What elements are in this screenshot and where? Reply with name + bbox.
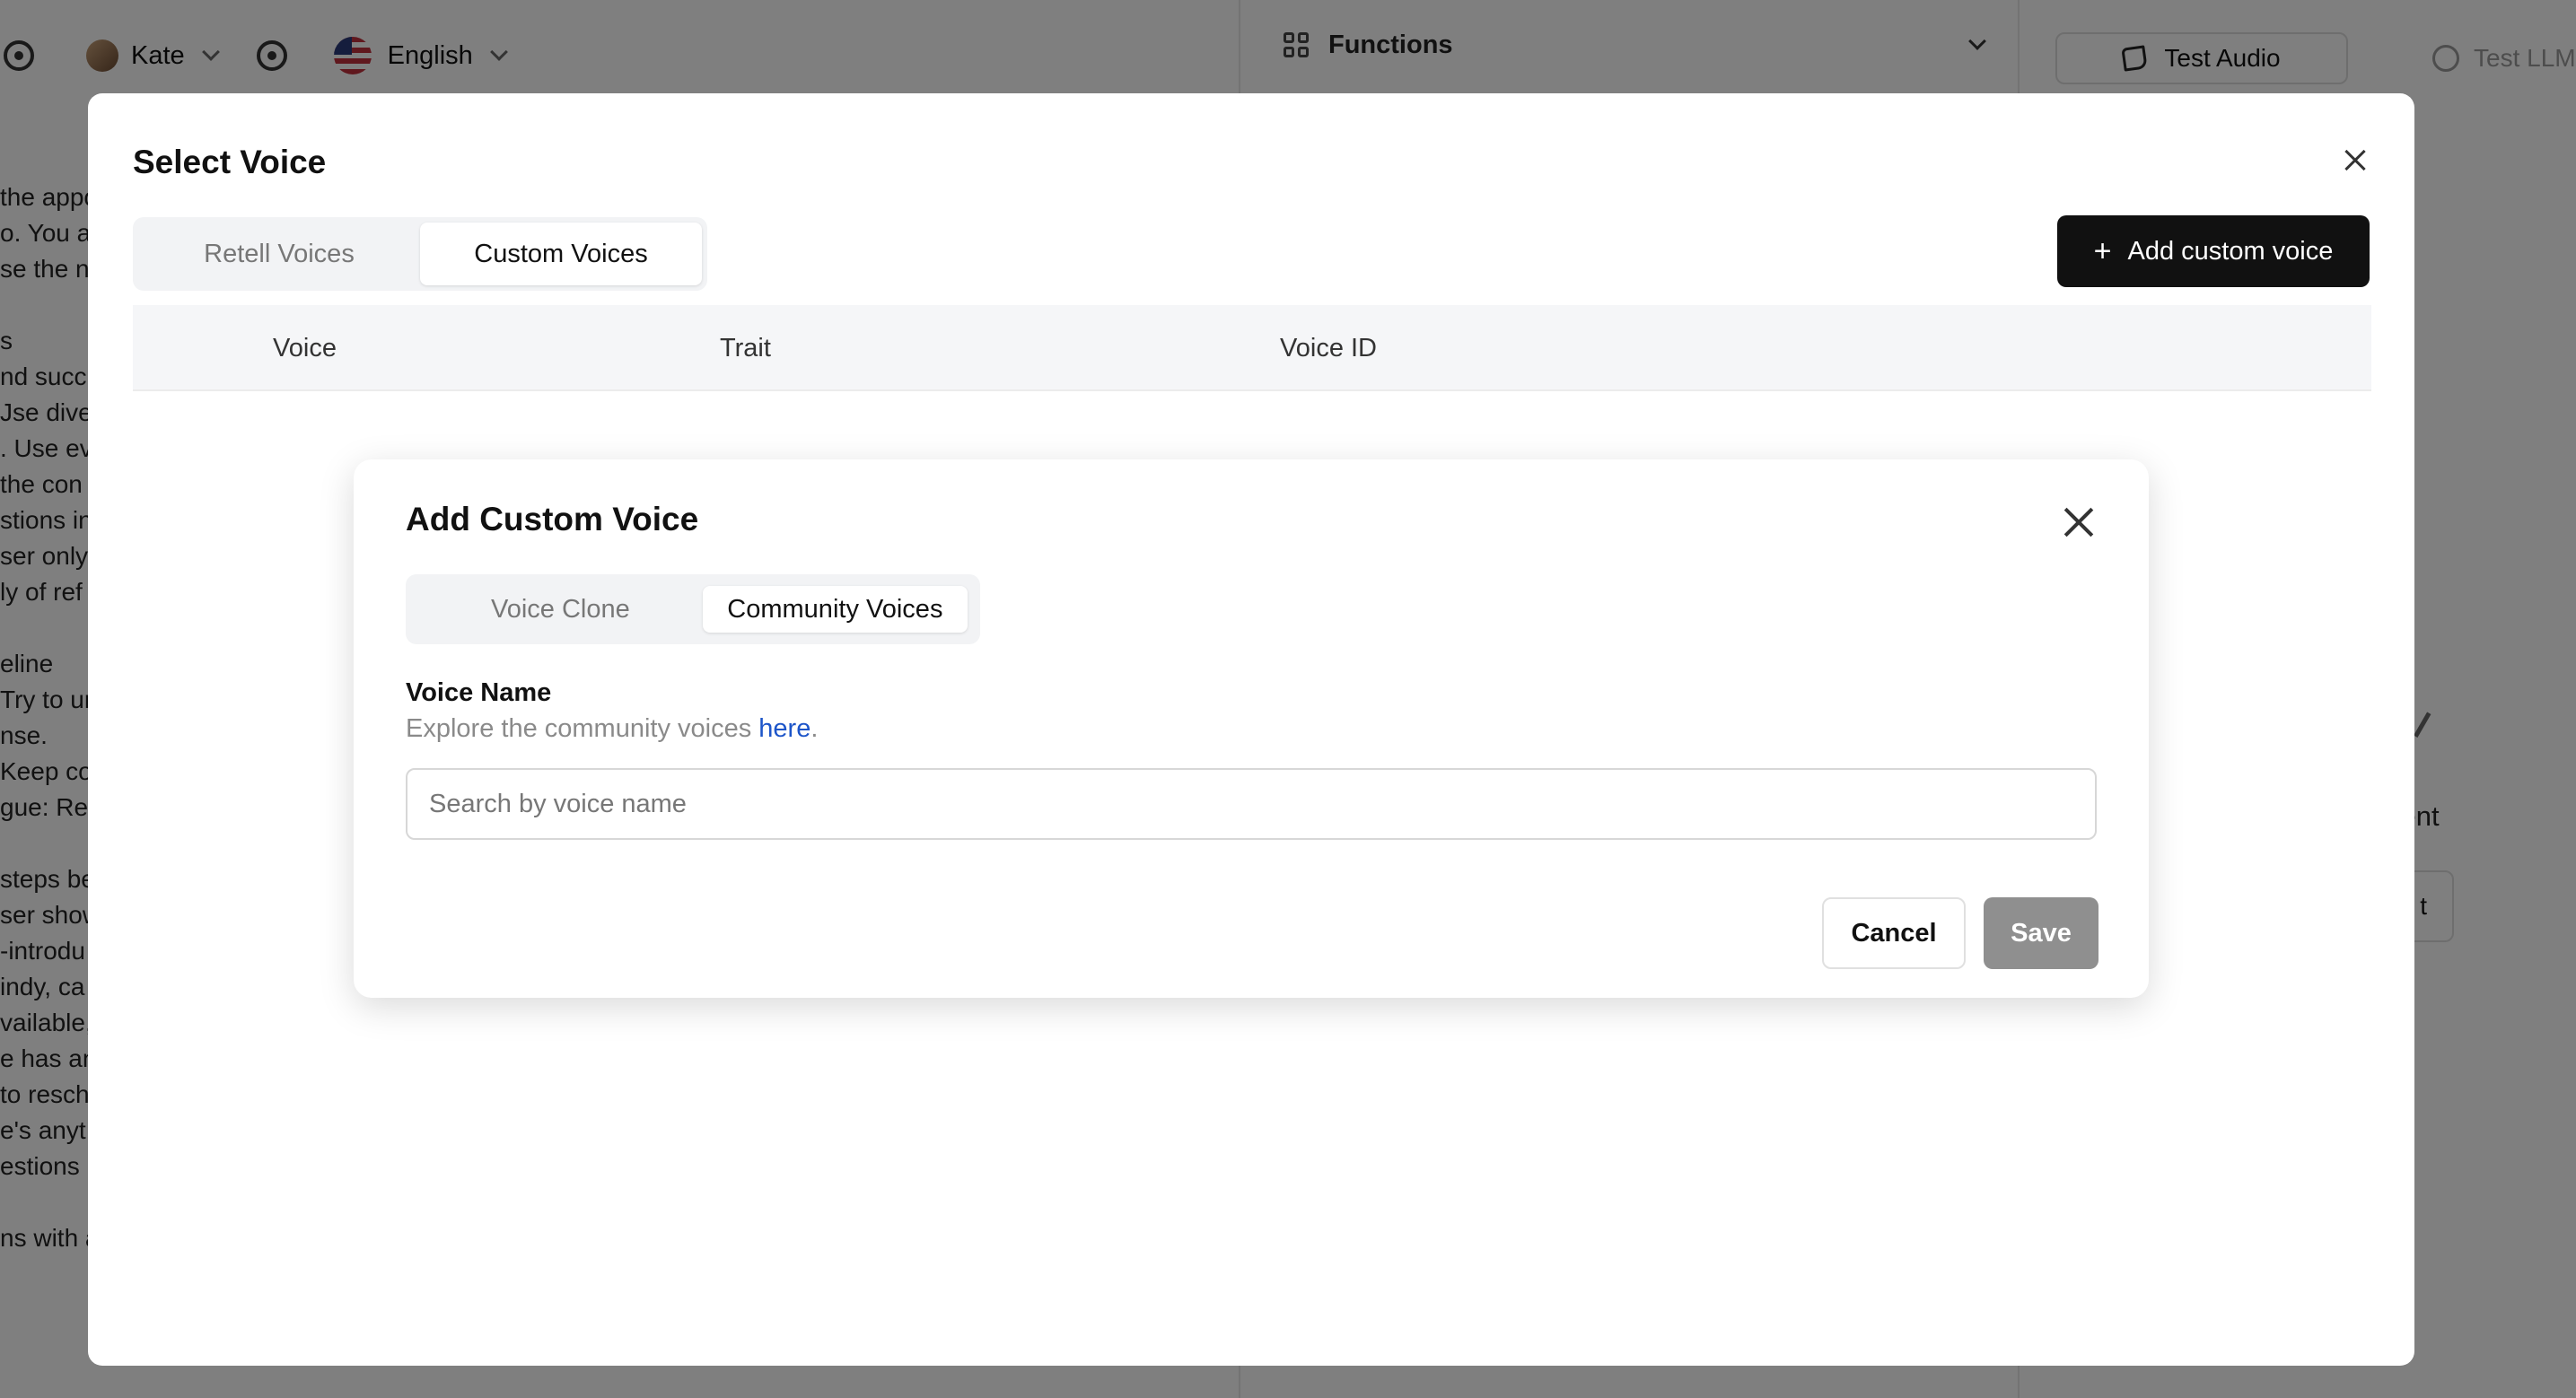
add-custom-voice-title: Add Custom Voice — [406, 501, 699, 537]
add-custom-voice-modal: Add Custom Voice Voice Clone Community V… — [354, 459, 2149, 998]
close-icon[interactable] — [2059, 502, 2098, 542]
column-header-voice[interactable]: Voice — [273, 334, 337, 363]
select-voice-title: Select Voice — [133, 144, 327, 180]
tab-community-voices[interactable]: Community Voices — [702, 586, 968, 633]
add-voice-method-tabs: Voice Clone Community Voices — [406, 574, 980, 644]
voice-source-tabs: Retell Voices Custom Voices — [133, 217, 707, 291]
help-text: Explore the community voices — [406, 714, 759, 743]
plus-icon: + — [2093, 233, 2112, 268]
column-header-trait[interactable]: Trait — [720, 334, 771, 363]
voice-name-help: Explore the community voices here. — [406, 714, 818, 744]
tab-custom-voices[interactable]: Custom Voices — [420, 223, 702, 285]
cancel-button[interactable]: Cancel — [1822, 897, 1966, 969]
voice-name-label: Voice Name — [406, 678, 552, 707]
community-voices-link[interactable]: here — [758, 714, 810, 743]
voice-table-header: Voice Trait Voice ID — [133, 305, 2371, 391]
close-icon[interactable] — [2339, 144, 2371, 176]
column-header-voice-id[interactable]: Voice ID — [1280, 334, 1377, 363]
add-custom-voice-button[interactable]: + Add custom voice — [2057, 215, 2370, 287]
tab-voice-clone[interactable]: Voice Clone — [418, 586, 703, 633]
help-suffix: . — [810, 714, 819, 743]
tab-retell-voices[interactable]: Retell Voices — [138, 223, 420, 285]
voice-name-search-input[interactable] — [406, 768, 2097, 840]
save-button[interactable]: Save — [1984, 897, 2098, 969]
add-custom-voice-label: Add custom voice — [2127, 236, 2334, 266]
